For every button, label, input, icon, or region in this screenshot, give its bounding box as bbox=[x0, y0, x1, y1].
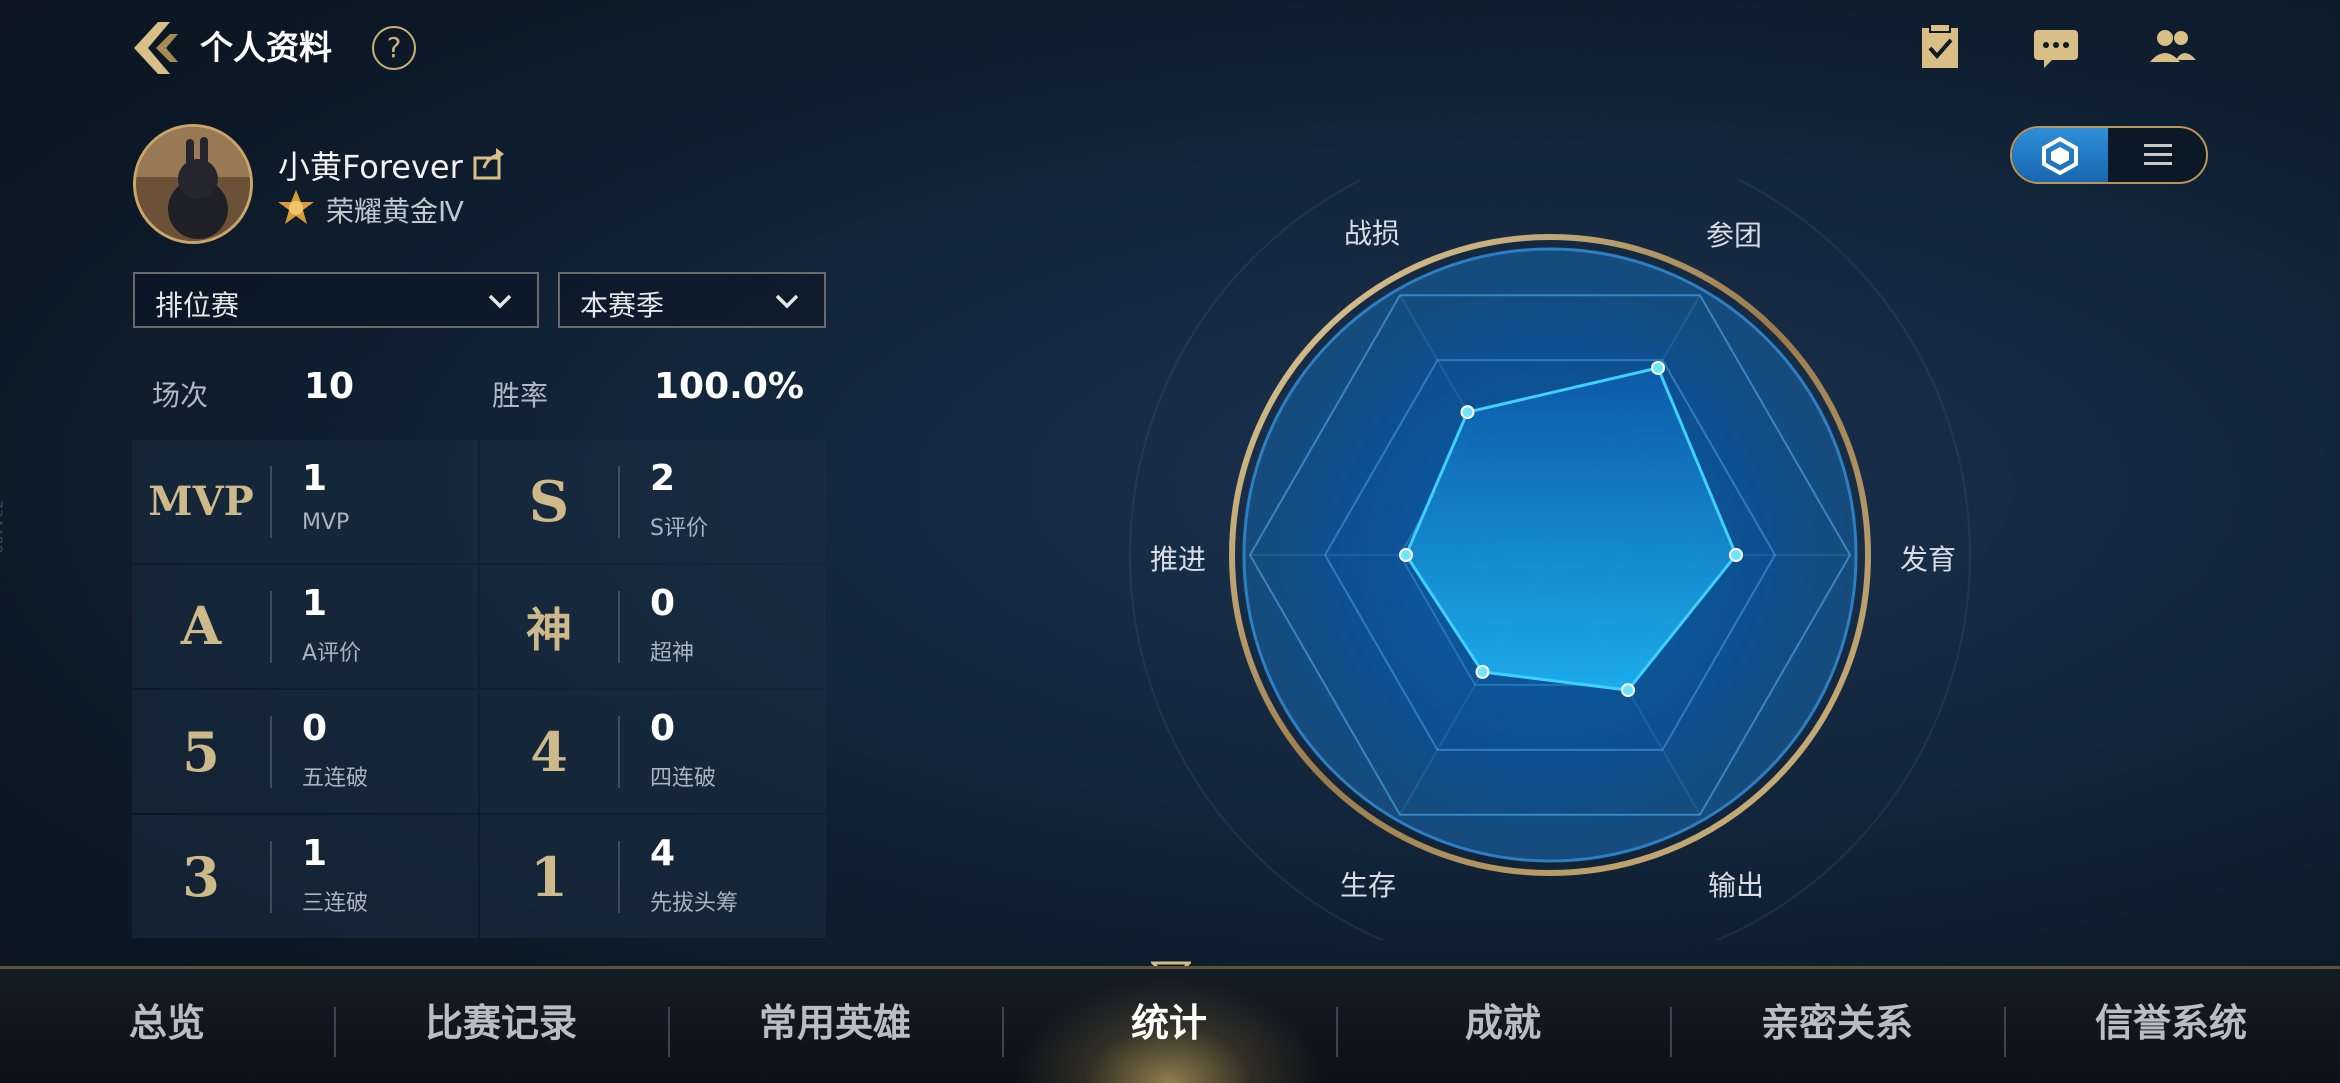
stat-caption: S评价 bbox=[650, 516, 708, 541]
avatar-image bbox=[136, 127, 250, 241]
chevron-down-icon bbox=[488, 294, 512, 309]
view-toggle[interactable] bbox=[2010, 126, 2208, 184]
avatar[interactable] bbox=[133, 124, 253, 244]
stat-caption: A评价 bbox=[302, 641, 362, 666]
stat-cell-s: S 2 S评价 bbox=[480, 440, 826, 563]
stats-grid: MVP 1 MVP S 2 S评价 A 1 A评价 神 0 超神 5 0 五连破… bbox=[132, 440, 826, 938]
mode-dropdown-label: 排位赛 bbox=[155, 289, 240, 322]
s-rating-badge-icon: S bbox=[528, 468, 570, 535]
mvp-badge-icon: MVP bbox=[148, 478, 254, 525]
page-title: 个人资料 bbox=[200, 28, 332, 67]
help-button[interactable]: ? bbox=[372, 26, 416, 70]
radar-label-survival: 生存 bbox=[1340, 869, 1397, 902]
stat-cell-first-blood: 1 4 先拔头筹 bbox=[480, 815, 826, 938]
stat-caption: 超神 bbox=[650, 641, 695, 666]
username: 小黄Forever bbox=[278, 148, 463, 186]
share-icon[interactable] bbox=[472, 148, 506, 182]
rank-label: 荣耀黄金Ⅳ bbox=[326, 195, 464, 228]
back-button[interactable] bbox=[128, 18, 184, 78]
penta-kill-badge-icon: 5 bbox=[182, 719, 220, 784]
stat-value: 0 bbox=[302, 708, 328, 749]
cell-divider bbox=[618, 591, 620, 663]
radar-point bbox=[1475, 664, 1490, 679]
radar-label-push: 推进 bbox=[1150, 543, 1207, 576]
radar-point bbox=[1729, 548, 1743, 562]
stat-caption: MVP bbox=[302, 510, 350, 535]
list-icon bbox=[2144, 144, 2172, 165]
radar-label-damage: 输出 bbox=[1708, 869, 1765, 902]
tab-statistics[interactable]: 统计 bbox=[1002, 969, 1336, 1083]
quadra-kill-badge-icon: 4 bbox=[530, 719, 568, 784]
stat-value: 0 bbox=[650, 583, 676, 624]
bottom-nav: 总览 比赛记录 常用英雄 统计 成就 亲密关系 信誉系统 bbox=[0, 966, 2340, 1083]
cell-divider bbox=[270, 841, 272, 913]
cell-divider bbox=[618, 716, 620, 788]
season-dropdown-label: 本赛季 bbox=[580, 289, 665, 322]
stat-cell-mvp: MVP 1 MVP bbox=[132, 440, 478, 563]
stat-value: 1 bbox=[302, 583, 328, 624]
tab-heroes[interactable]: 常用英雄 bbox=[668, 969, 1002, 1083]
stat-value: 1 bbox=[302, 833, 328, 874]
friends-icon[interactable] bbox=[2146, 22, 2198, 74]
stat-cell-quadra: 4 0 四连破 bbox=[480, 690, 826, 813]
stat-caption: 三连破 bbox=[302, 891, 369, 916]
radar-view-button[interactable] bbox=[2012, 128, 2108, 182]
tab-relationships[interactable]: 亲密关系 bbox=[1670, 969, 2004, 1083]
a-rating-badge-icon: A bbox=[180, 596, 222, 657]
stat-value: 2 bbox=[650, 458, 676, 499]
stat-cell-a: A 1 A评价 bbox=[132, 565, 478, 688]
stat-value: 0 bbox=[650, 708, 676, 749]
cell-divider bbox=[270, 466, 272, 538]
winrate-value: 100.0% bbox=[654, 366, 804, 407]
radar-label-teamfight: 参团 bbox=[1706, 219, 1763, 252]
list-view-button[interactable] bbox=[2108, 128, 2206, 182]
cell-divider bbox=[270, 716, 272, 788]
tab-achievements[interactable]: 成就 bbox=[1336, 969, 1670, 1083]
hexagon-icon bbox=[2042, 136, 2078, 176]
stat-caption: 四连破 bbox=[650, 766, 717, 791]
mode-dropdown[interactable]: 排位赛 bbox=[133, 272, 539, 328]
stat-cell-godlike: 神 0 超神 bbox=[480, 565, 826, 688]
radar-label-battle-loss: 战损 bbox=[1344, 217, 1401, 250]
cell-divider bbox=[270, 591, 272, 663]
stat-value: 4 bbox=[650, 833, 676, 874]
rank-badge-icon bbox=[276, 188, 316, 228]
watermark: 734488 bbox=[0, 500, 4, 554]
tab-overview[interactable]: 总览 bbox=[0, 969, 334, 1083]
stat-caption: 五连破 bbox=[302, 766, 369, 791]
radar-label-farming: 发育 bbox=[1900, 543, 1957, 576]
radar-point bbox=[1460, 405, 1475, 420]
stat-caption: 先拔头筹 bbox=[650, 891, 739, 916]
season-dropdown[interactable]: 本赛季 bbox=[558, 272, 826, 328]
task-icon[interactable] bbox=[1914, 22, 1966, 74]
cell-divider bbox=[618, 841, 620, 913]
tab-credit-system[interactable]: 信誉系统 bbox=[2004, 969, 2338, 1083]
first-blood-badge-icon: 1 bbox=[530, 844, 568, 909]
cell-divider bbox=[618, 466, 620, 538]
tab-match-history[interactable]: 比赛记录 bbox=[334, 969, 668, 1083]
stat-cell-triple: 3 1 三连破 bbox=[132, 815, 478, 938]
back-arrow-icon bbox=[134, 22, 178, 74]
triple-kill-badge-icon: 3 bbox=[182, 844, 220, 909]
winrate-label: 胜率 bbox=[492, 379, 549, 412]
godlike-badge-icon: 神 bbox=[526, 602, 572, 657]
stat-value: 1 bbox=[302, 458, 328, 499]
radar-point bbox=[1651, 360, 1665, 375]
radar-point bbox=[1621, 683, 1635, 698]
radar-point bbox=[1399, 548, 1413, 562]
stat-cell-penta: 5 0 五连破 bbox=[132, 690, 478, 813]
radar-chart bbox=[1129, 180, 1971, 940]
chevron-down-icon bbox=[775, 294, 799, 309]
matches-value: 10 bbox=[304, 366, 355, 407]
matches-label: 场次 bbox=[152, 379, 209, 412]
chat-icon[interactable] bbox=[2030, 22, 2082, 74]
